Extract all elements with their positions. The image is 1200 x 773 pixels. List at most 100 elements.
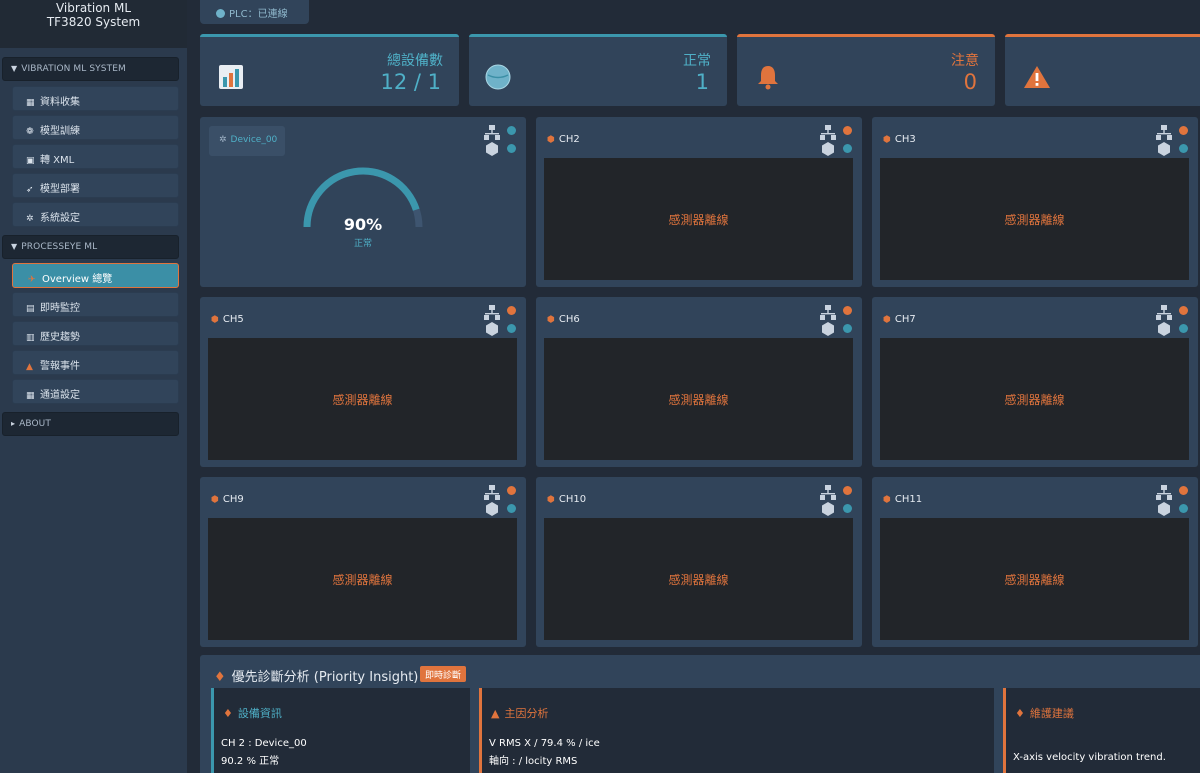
sensor-offline-screen: 感測器離線 — [880, 518, 1189, 640]
channel-card-ch7[interactable]: ⬢ CH7 感測器離線 — [872, 297, 1198, 467]
section-about[interactable]: ▸ ABOUT — [2, 412, 179, 436]
sensor-offline-screen: 感測器離線 — [208, 338, 517, 460]
sensor-offline-screen: 感測器離線 — [880, 158, 1189, 280]
status-dot-alarm — [1179, 306, 1188, 315]
status-dot-online — [507, 324, 516, 333]
sidebar-item-system-settings[interactable]: ✲ 系統設定 — [12, 202, 179, 227]
status-dot-alarm — [507, 126, 516, 135]
channel-card-ch3[interactable]: ⬢ CH3 感測器離線 — [872, 117, 1198, 287]
root-cause-panel: ▲ 主因分析 V RMS X / 79.4 % / ice 軸向 : / loci… — [479, 688, 994, 773]
bell-icon — [758, 66, 778, 90]
bar-chart-icon — [219, 65, 243, 89]
channel-title: ⬢ CH3 — [883, 134, 916, 145]
sidebar-item-overview[interactable]: ✈ Overview 總覽 — [12, 263, 179, 288]
status-dot-alarm — [843, 126, 852, 135]
device-info-panel: ♦ 設備資訊 CH 2 : Device_00 90.2 % 正常 — [211, 688, 470, 773]
caret-right-icon: ▸ — [11, 419, 16, 428]
sidebar-item-model-deploy[interactable]: ➶ 模型部署 — [12, 173, 179, 198]
channel-card-ch10[interactable]: ⬢ CH10 感測器離線 — [536, 477, 862, 647]
plc-status-label: PLC：已連線 — [229, 9, 288, 20]
sidebar-item-label: 轉 XML — [40, 155, 75, 166]
status-dot-alarm — [1179, 486, 1188, 495]
panel-header-text: 維護建議 — [1029, 707, 1074, 720]
panel-header: ♦ 設備資訊 — [223, 705, 282, 721]
status-dot-online — [1179, 504, 1188, 513]
channel-card-ch5[interactable]: ⬢ CH5 感測器離線 — [200, 297, 526, 467]
device-info-line1: CH 2 : Device_00 — [221, 738, 307, 749]
warning-icon: ▲ — [491, 707, 500, 720]
channel-title: ⬢ CH10 — [547, 494, 586, 505]
root-cause-line1: V RMS X / 79.4 % / ice — [489, 738, 600, 749]
channel-name: CH3 — [894, 134, 916, 145]
network-icon — [820, 125, 836, 156]
device-card[interactable]: ✲ Device_00 90% 正常 — [200, 117, 526, 287]
sidebar-item-data-collection[interactable]: ▦ 資料收集 — [12, 86, 179, 111]
channel-card-ch2[interactable]: ⬢ CH2 感測器離線 — [536, 117, 862, 287]
cube-icon: ⬢ — [547, 135, 555, 145]
lightbulb-icon: ♦ — [214, 670, 226, 685]
network-icon — [820, 485, 836, 516]
panel-header-text: 主因分析 — [504, 707, 549, 720]
device-badge[interactable]: ✲ Device_00 — [209, 126, 285, 156]
brain-icon: ❁ — [26, 127, 34, 137]
grid-icon: ▦ — [26, 391, 35, 401]
sidebar-item-label: 通道設定 — [40, 390, 80, 401]
status-dot-online — [843, 144, 852, 153]
globe-icon — [216, 9, 225, 18]
line-chart-icon: ▤ — [26, 304, 35, 314]
advice-line2: X-axis velocity vibration trend. — [1013, 752, 1166, 763]
sidebar-item-to-xml[interactable]: ▣ 轉 XML — [12, 144, 179, 169]
sensor-offline-screen: 感測器離線 — [544, 518, 853, 640]
gear-icon: ✲ — [26, 214, 34, 224]
cube-icon: ⬢ — [883, 495, 891, 505]
device-name: Device_00 — [230, 135, 278, 145]
root-cause-line2: 軸向 : / locity RMS — [489, 756, 578, 767]
channel-card-ch9[interactable]: ⬢ CH9 感測器離線 — [200, 477, 526, 647]
sidebar-item-label: 即時監控 — [40, 303, 80, 314]
section-label: VIBRATION ML SYSTEM — [21, 64, 126, 74]
stat-normal: 正常 1 — [469, 34, 727, 106]
sidebar-item-model-training[interactable]: ❁ 模型訓練 — [12, 115, 179, 140]
status-dot-online — [1179, 324, 1188, 333]
stat-value: 0 — [963, 70, 977, 94]
channel-name: CH2 — [558, 134, 580, 145]
channel-title: ⬢ CH2 — [547, 134, 580, 145]
section-label: ABOUT — [19, 419, 51, 429]
device-info-line2: 90.2 % 正常 — [221, 756, 280, 767]
cube-icon: ⬢ — [211, 495, 219, 505]
channel-card-ch11[interactable]: ⬢ CH11 感測器離線 — [872, 477, 1198, 647]
warning-triangle-icon — [1024, 66, 1050, 88]
caret-down-icon: ▼ — [11, 242, 18, 251]
stat-label: 總設備數 — [387, 53, 443, 69]
network-icon — [1156, 485, 1172, 516]
panel-header: ▲ 主因分析 — [491, 705, 548, 721]
plc-status-tab[interactable]: PLC：已連線 — [200, 0, 309, 24]
sidebar-item-label: Overview 總覽 — [42, 274, 113, 285]
status-dot-online — [843, 504, 852, 513]
network-icon — [484, 125, 500, 156]
sidebar-item-label: 模型部署 — [40, 184, 80, 195]
sidebar-item-realtime-monitor[interactable]: ▤ 即時監控 — [12, 292, 179, 317]
globe-icon — [485, 64, 511, 90]
sidebar-item-channel-settings[interactable]: ▦ 通道設定 — [12, 379, 179, 404]
sidebar-item-label: 歷史趨勢 — [40, 332, 80, 343]
cube-icon: ⬢ — [883, 315, 891, 325]
network-icon — [1156, 305, 1172, 336]
panel-header: ♦ 維護建議 — [1015, 705, 1074, 721]
section-processeye-ml[interactable]: ▼ PROCESSEYE ML — [2, 235, 179, 259]
caret-down-icon: ▼ — [11, 64, 18, 73]
sidebar-item-history-trend[interactable]: ▥ 歷史趨勢 — [12, 321, 179, 346]
status-dot-alarm — [843, 486, 852, 495]
network-icon — [484, 305, 500, 336]
cube-icon: ⬢ — [547, 495, 555, 505]
channel-name: CH9 — [222, 494, 244, 505]
cube-icon: ⬢ — [211, 315, 219, 325]
gauge-label: 正常 — [353, 239, 372, 249]
plane-icon: ✈ — [28, 275, 36, 285]
stat-value: 12 / 1 — [380, 70, 441, 94]
channel-card-ch6[interactable]: ⬢ CH6 感測器離線 — [536, 297, 862, 467]
sidebar-item-alarm-events[interactable]: ▲ 警報事件 — [12, 350, 179, 375]
section-vibration-ml-system[interactable]: ▼ VIBRATION ML SYSTEM — [2, 57, 179, 81]
network-icon — [484, 485, 500, 516]
channel-title: ⬢ CH6 — [547, 314, 580, 325]
